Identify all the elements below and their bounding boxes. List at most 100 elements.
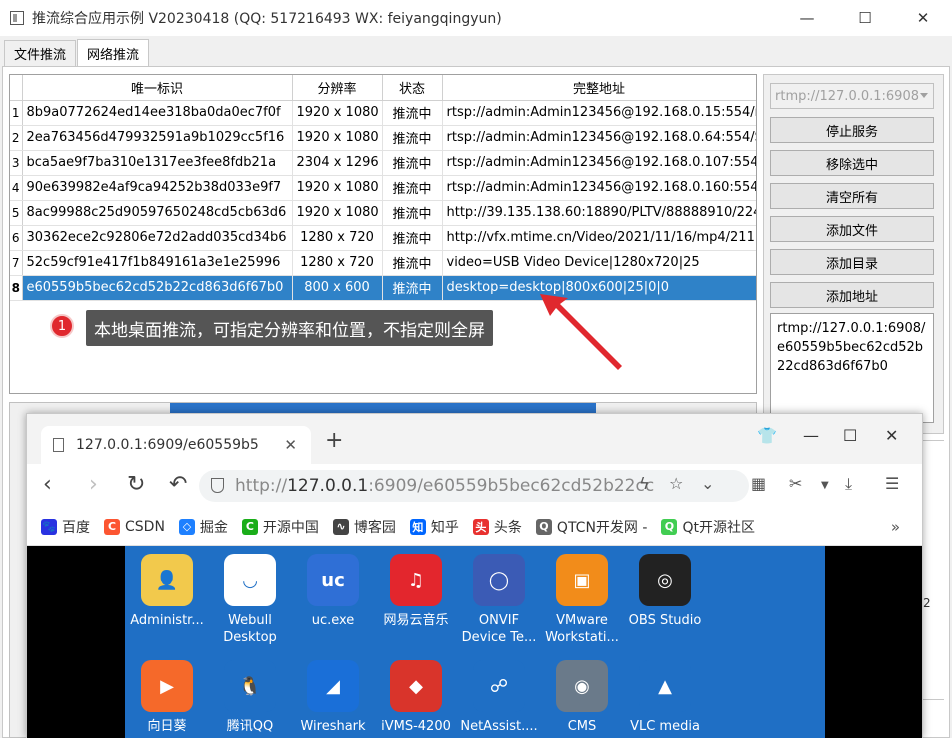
desktop-shortcut[interactable]: ☍ NetAssist.... — [457, 652, 541, 735]
desktop-shortcut-label: VLC media — [630, 719, 700, 734]
table-row[interactable]: 4 90e639982e4af9ca94252b38d033e9f7 1920 x … — [10, 175, 756, 201]
back-icon[interactable]: ‹ — [43, 472, 52, 497]
desktop-shortcut-label: uc.exe — [311, 613, 355, 628]
bookmark-item[interactable]: 🐾 百度 — [41, 517, 90, 537]
bookmark-label: 博客园 — [353, 519, 396, 536]
forward-icon[interactable]: › — [89, 472, 98, 497]
cms-icon: ◉ — [556, 660, 608, 712]
column-header[interactable]: 唯一标识 — [22, 75, 293, 101]
clear-all-button[interactable]: 清空所有 — [770, 183, 934, 209]
undo-icon[interactable]: ↶ — [169, 472, 187, 497]
desktop-shortcut[interactable]: ◎ OBS Studio — [623, 546, 707, 629]
add-file-button[interactable]: 添加文件 — [770, 216, 934, 242]
desktop-shortcut[interactable]: 🐧 腾讯QQ — [208, 652, 292, 735]
table-header: 唯一标识 分辨率 状态 完整地址 — [10, 75, 756, 101]
webull-icon: ◡ — [224, 554, 276, 606]
browser-nav-row: ‹ › ↻ ↶ http://127.0.0.1:6909/e60559b5be… — [27, 464, 922, 508]
close-tab-icon[interactable]: ✕ — [284, 436, 297, 454]
table-row[interactable]: 5 8ac99988c25d90597650248cd5cb63d6 1920 x … — [10, 200, 756, 226]
bookmark-item[interactable]: ∿ 博客园 — [332, 517, 396, 537]
desktop-shortcut[interactable]: ◢ Wireshark — [291, 652, 375, 735]
bookmark-item[interactable]: Q Qt开源社区 — [661, 517, 755, 537]
table-row[interactable]: 3 bca5ae9f7ba310e1317ee3fee8fdb21a 2304 x … — [10, 150, 756, 176]
desktop-shortcut-label: VMware Workstati... — [545, 613, 619, 645]
column-header[interactable]: 完整地址 — [442, 75, 756, 101]
restore-icon[interactable]: ☐ — [843, 426, 857, 445]
bookmark-label: Qt开源社区 — [682, 519, 755, 536]
download-icon[interactable]: ⤓ — [845, 474, 852, 494]
desktop-shortcut[interactable]: ◯ ONVIF Device Te... — [457, 546, 541, 646]
bookmark-item[interactable]: 知知乎 — [409, 517, 459, 537]
stop-service-button[interactable]: 停止服务 — [770, 117, 934, 143]
desktop-shortcut-label: 网易云音乐 — [383, 613, 449, 628]
cell-status: 推流中 — [382, 225, 443, 251]
address-bar[interactable]: http://127.0.0.1:6909/e60559b5bec62cd52b… — [199, 470, 749, 502]
oschina-icon: C — [241, 518, 258, 535]
close-button[interactable]: ✕ — [894, 0, 952, 36]
desktop-shortcut-label: iVMS-4200 — [381, 719, 451, 734]
add-directory-button[interactable]: 添加目录 — [770, 249, 934, 275]
cell-id: 30362ece2c92806e72d2add035cd34b6 — [22, 225, 293, 251]
qtcn-icon: Q — [535, 518, 552, 535]
chevron-down-icon — [920, 93, 928, 98]
desktop-shortcut[interactable]: 👤 Administr... — [125, 546, 209, 629]
desktop-shortcut[interactable]: uc uc.exe — [291, 546, 375, 629]
desktop-shortcut[interactable]: ▲ VLC media — [623, 652, 707, 735]
minimize-button[interactable]: — — [778, 0, 836, 36]
bookmark-item[interactable]: C CSDN — [104, 518, 165, 535]
column-header[interactable]: 状态 — [382, 75, 443, 101]
stream-table[interactable]: 唯一标识 分辨率 状态 完整地址 1 8b9a0772624ed14ee318ba… — [9, 74, 757, 394]
table-row[interactable]: 7 52c59cf91e417f1b849161a3e1e25996 1280 x … — [10, 250, 756, 276]
annotation-callout: 本地桌面推流，可指定分辨率和位置，不指定则全屏 — [86, 310, 493, 346]
desktop-shortcut-label: NetAssist.... — [460, 719, 538, 734]
desktop-shortcut[interactable]: ◡ Webull Desktop — [208, 546, 292, 646]
more-bookmarks-icon[interactable]: » — [891, 518, 900, 536]
bookmark-item[interactable]: C 开源中国 — [241, 517, 319, 537]
scissors-icon[interactable]: ✂ — [789, 474, 802, 493]
remove-selected-button[interactable]: 移除选中 — [770, 150, 934, 176]
desktop-shortcut[interactable]: ◉ CMS — [540, 652, 624, 735]
maximize-button[interactable]: ☐ — [836, 0, 894, 36]
tab-file-stream[interactable]: 文件推流 — [4, 40, 77, 66]
cell-status: 推流中 — [382, 275, 443, 301]
bookmark-item[interactable]: 头头条 — [472, 517, 522, 537]
caret-down-icon[interactable]: ▼ — [821, 480, 829, 491]
desktop-shortcut[interactable]: ▶ 向日葵 — [125, 652, 209, 735]
new-tab-icon[interactable]: + — [325, 428, 343, 453]
shirt-icon[interactable]: 👕 — [757, 426, 777, 445]
netassist-icon: ☍ — [473, 660, 525, 712]
uc-icon: uc — [307, 554, 359, 606]
table-row[interactable]: 8 e60559b5bec62cd52b22cd863d6f67b0 800 x 6… — [10, 275, 756, 301]
star-icon[interactable]: ☆ — [669, 474, 683, 493]
chevron-down-icon[interactable]: ⌄ — [701, 474, 714, 493]
apps-grid-icon[interactable]: ▦ — [751, 474, 766, 493]
table-row[interactable]: 6 30362ece2c92806e72d2add035cd34b6 1280 x … — [10, 225, 756, 251]
desktop-shortcut[interactable]: ▣ VMware Workstati... — [540, 546, 624, 646]
onvif-icon: ◯ — [473, 554, 525, 606]
browser-tab-title: 127.0.0.1:6909/e60559b5 — [76, 437, 259, 453]
column-header[interactable]: 分辨率 — [292, 75, 383, 101]
table-row[interactable]: 1 8b9a0772624ed14ee318ba0da0ec7f0f 1920 x … — [10, 100, 756, 126]
table-row[interactable]: 2 2ea763456d479932591a9b1029cc5f16 1920 x … — [10, 125, 756, 151]
stream-video-view: 👤 Administr... ◡ Webull Desktop uc uc.exe ♫ 网易云… — [27, 546, 922, 738]
cell-resolution: 1920 x 1080 — [292, 100, 383, 126]
desktop-shortcut[interactable]: ◆ iVMS-4200 — [374, 652, 458, 735]
bookmarks-bar: 🐾 百度 C CSDN ◇ 掘金 C 开源中国 ∿ 博客园知知乎头头条 Q QTCN开发网 - Q Qt开… — [27, 508, 922, 546]
side-lower-panel: 2 — [922, 440, 944, 700]
lightning-icon[interactable]: ϟ — [639, 474, 650, 493]
result-address-text[interactable]: rtmp://127.0.0.1:6908/e60559b5bec62cd52b… — [770, 313, 934, 423]
cell-url: rtsp://admin:Admin123456@192.168.0.107:5… — [442, 150, 756, 176]
close-window-icon[interactable]: ✕ — [885, 426, 898, 445]
minimize-icon[interactable]: — — [803, 426, 819, 445]
menu-icon[interactable]: ☰ — [885, 474, 899, 493]
browser-tab[interactable]: 127.0.0.1:6909/e60559b5 ✕ — [41, 426, 311, 464]
add-address-button[interactable]: 添加地址 — [770, 282, 934, 308]
document-icon — [53, 438, 64, 452]
tab-network-stream[interactable]: 网络推流 — [77, 39, 150, 66]
bookmark-item[interactable]: Q QTCN开发网 - — [535, 517, 647, 537]
reload-icon[interactable]: ↻ — [127, 472, 145, 497]
bookmark-item[interactable]: ◇ 掘金 — [178, 517, 228, 537]
server-address-combo[interactable]: rtmp://127.0.0.1:6908 — [770, 83, 934, 109]
cell-resolution: 800 x 600 — [292, 275, 383, 301]
desktop-shortcut[interactable]: ♫ 网易云音乐 — [374, 546, 458, 629]
